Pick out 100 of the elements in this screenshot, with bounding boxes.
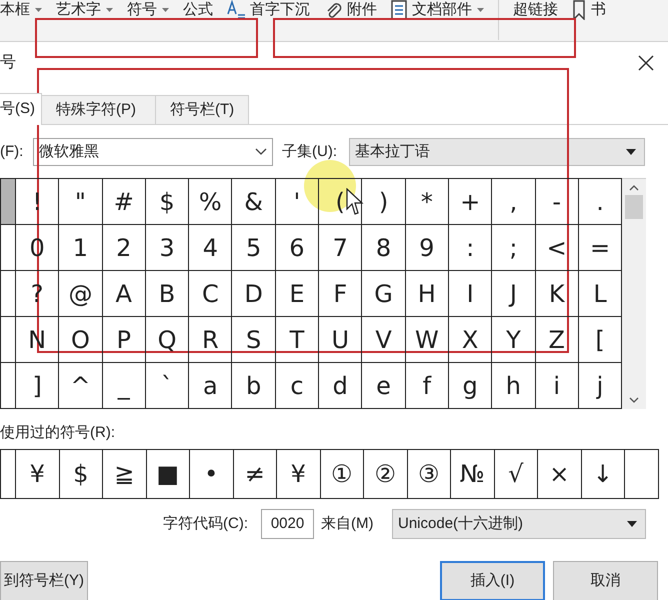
symbol-cell[interactable]: D: [232, 271, 276, 317]
symbol-cell[interactable]: :: [448, 225, 492, 271]
char-code-input[interactable]: 0020: [261, 509, 314, 539]
tab[interactable]: 特殊字符(P): [42, 95, 156, 124]
symbol-cell[interactable]: E: [276, 271, 320, 317]
recent-symbol-cell[interactable]: ③: [408, 450, 451, 498]
symbol-cell[interactable]: H: [406, 271, 449, 317]
symbol-cell[interactable]: [1, 271, 16, 317]
recent-symbol-cell[interactable]: √: [494, 450, 538, 498]
symbol-cell[interactable]: U: [319, 317, 362, 363]
toolbar-button[interactable]: 附件: [324, 1, 377, 19]
recent-symbol-cell[interactable]: ≧: [103, 450, 146, 498]
toolbar-button[interactable]: 艺术字: [56, 1, 113, 19]
symbol-cell[interactable]: ;: [492, 225, 536, 271]
toolbar-button[interactable]: 首字下沉: [227, 1, 310, 19]
symbol-cell[interactable]: *: [406, 179, 449, 225]
toolbar-button[interactable]: 符号: [127, 1, 169, 19]
symbol-cell[interactable]: @: [59, 271, 103, 317]
symbol-cell[interactable]: A: [102, 271, 146, 317]
recent-symbol-cell[interactable]: ①: [320, 450, 364, 498]
symbol-cell[interactable]: `: [146, 363, 190, 409]
symbol-cell[interactable]: P: [102, 317, 146, 363]
recent-symbol-cell[interactable]: ×: [538, 450, 582, 498]
symbol-cell[interactable]: f: [406, 363, 449, 409]
subset-dropdown[interactable]: 基本拉丁语: [349, 138, 645, 166]
symbol-cell[interactable]: Q: [146, 317, 190, 363]
symbol-cell[interactable]: [1, 363, 16, 409]
tab[interactable]: 符号栏(T): [156, 95, 250, 124]
symbol-cell[interactable]: I: [448, 271, 492, 317]
symbol-cell[interactable]: c: [276, 363, 320, 409]
symbol-cell[interactable]: ,: [492, 179, 536, 225]
symbol-cell[interactable]: $: [146, 179, 190, 225]
recent-symbol-cell[interactable]: •: [190, 450, 234, 498]
symbol-cell[interactable]: O: [59, 317, 103, 363]
recent-symbol-cell[interactable]: ②: [364, 450, 408, 498]
recent-symbol-cell[interactable]: ¥: [277, 450, 320, 498]
symbol-cell[interactable]: 6: [276, 225, 320, 271]
symbol-cell[interactable]: 3: [146, 225, 190, 271]
symbol-cell[interactable]: b: [232, 363, 276, 409]
symbol-cell[interactable]: S: [232, 317, 276, 363]
scrollbar[interactable]: [622, 178, 646, 409]
toolbar-button[interactable]: 本框: [0, 1, 42, 19]
symbol-cell[interactable]: <: [536, 225, 579, 271]
recent-symbol-cell[interactable]: №: [451, 450, 494, 498]
recent-symbol-cell[interactable]: ¥: [16, 450, 60, 498]
font-combobox[interactable]: 微软雅黑: [33, 138, 273, 166]
symbol-cell[interactable]: i: [536, 363, 579, 409]
symbol-cell[interactable]: G: [362, 271, 406, 317]
symbol-cell[interactable]: 2: [102, 225, 146, 271]
symbol-cell[interactable]: K: [536, 271, 579, 317]
symbol-cell[interactable]: d: [319, 363, 362, 409]
symbol-cell[interactable]: [1, 317, 16, 363]
toolbar-button[interactable]: 公式: [183, 1, 213, 19]
encoding-dropdown[interactable]: Unicode(十六进制): [392, 509, 646, 539]
symbol-cell[interactable]: T: [276, 317, 320, 363]
recent-symbol-cell[interactable]: ■: [146, 450, 190, 498]
symbol-cell[interactable]: ^: [59, 363, 103, 409]
symbol-cell[interactable]: g: [448, 363, 492, 409]
symbol-cell[interactable]: ]: [16, 363, 60, 409]
symbol-cell[interactable]: W: [406, 317, 449, 363]
symbol-cell[interactable]: ': [276, 179, 320, 225]
dialog-button[interactable]: 到符号栏(Y): [0, 561, 88, 600]
symbol-cell[interactable]: +: [448, 179, 492, 225]
symbol-cell[interactable]: -: [536, 179, 579, 225]
toolbar-button[interactable]: 书: [572, 1, 606, 19]
symbol-cell[interactable]: e: [362, 363, 406, 409]
tab[interactable]: 号(S): [0, 93, 42, 125]
symbol-cell[interactable]: F: [319, 271, 362, 317]
symbol-cell[interactable]: %: [189, 179, 232, 225]
recent-symbol-cell[interactable]: ↓: [582, 450, 625, 498]
symbol-cell[interactable]: [1, 179, 16, 225]
symbol-cell[interactable]: 9: [406, 225, 449, 271]
symbol-cell[interactable]: 5: [232, 225, 276, 271]
symbol-cell[interactable]: 4: [189, 225, 232, 271]
symbol-cell[interactable]: R: [189, 317, 232, 363]
symbol-cell[interactable]: V: [362, 317, 406, 363]
symbol-cell[interactable]: 8: [362, 225, 406, 271]
symbol-cell[interactable]: [1, 225, 16, 271]
symbol-cell[interactable]: _: [102, 363, 146, 409]
symbol-cell[interactable]: X: [448, 317, 492, 363]
recent-symbol-cell[interactable]: $: [60, 450, 103, 498]
symbol-cell[interactable]: C: [189, 271, 232, 317]
symbol-cell[interactable]: Y: [492, 317, 536, 363]
symbol-cell[interactable]: ": [59, 179, 103, 225]
symbol-cell[interactable]: a: [189, 363, 232, 409]
symbol-cell[interactable]: Z: [536, 317, 579, 363]
symbol-cell[interactable]: &: [232, 179, 276, 225]
symbol-cell[interactable]: J: [492, 271, 536, 317]
symbol-cell[interactable]: ): [362, 179, 406, 225]
scrollbar-thumb[interactable]: [625, 195, 643, 219]
recent-symbol-cell[interactable]: ≠: [234, 450, 277, 498]
symbol-cell[interactable]: #: [102, 179, 146, 225]
dialog-button[interactable]: 取消: [553, 561, 658, 600]
dialog-button[interactable]: 插入(I): [440, 561, 545, 600]
symbol-cell[interactable]: 7: [319, 225, 362, 271]
toolbar-button[interactable]: 文档部件: [391, 1, 484, 19]
toolbar-button[interactable]: 超链接: [513, 1, 558, 19]
symbol-cell[interactable]: 1: [59, 225, 103, 271]
symbol-cell[interactable]: B: [146, 271, 190, 317]
symbol-cell[interactable]: h: [492, 363, 536, 409]
